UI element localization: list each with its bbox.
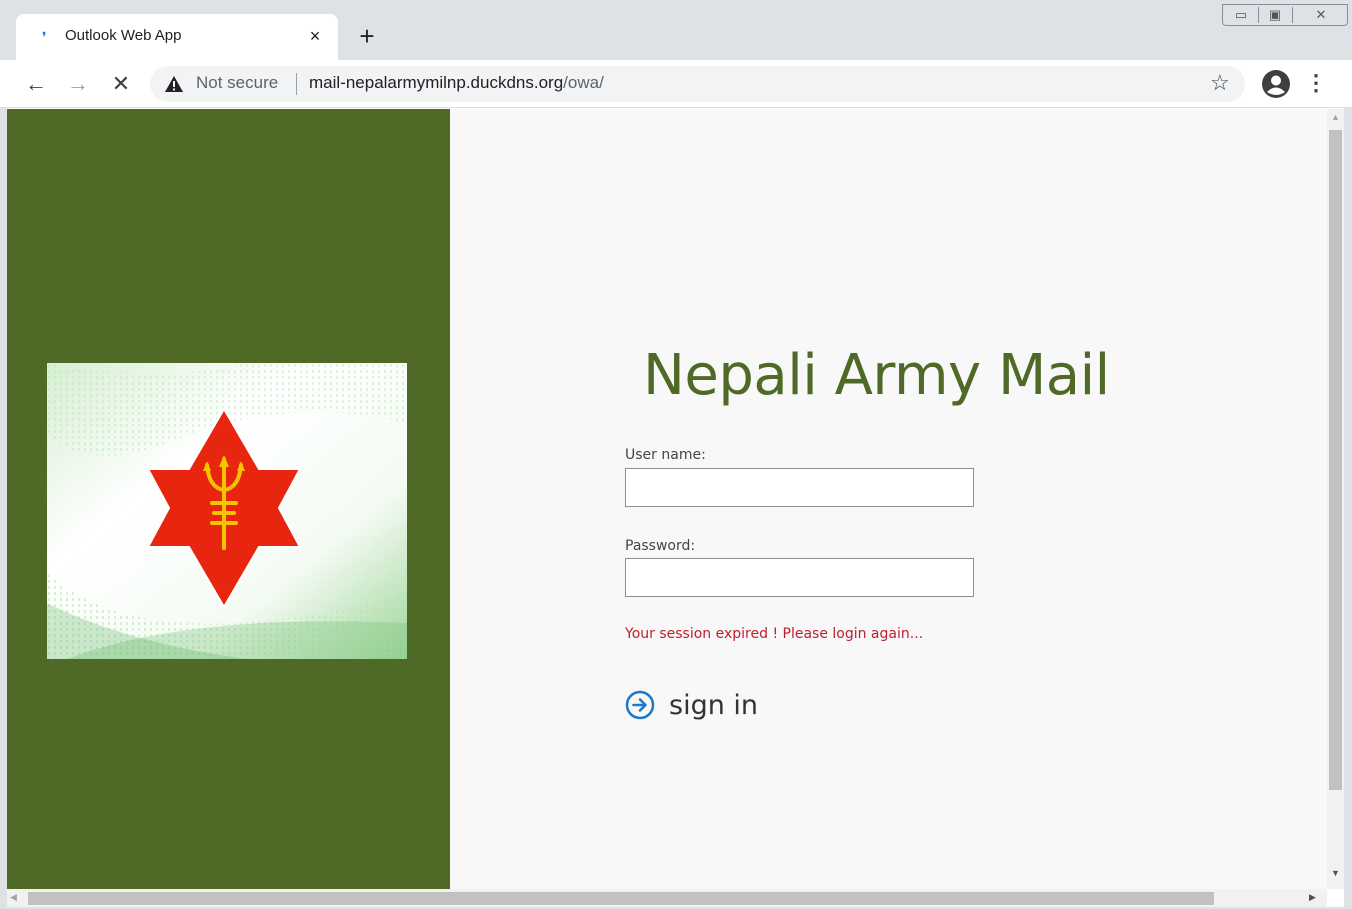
scroll-up-icon[interactable]: ▲ <box>1327 112 1344 126</box>
window-frame-left <box>0 108 7 909</box>
forward-arrow-icon[interactable]: → <box>64 70 92 98</box>
username-input[interactable] <box>625 468 974 507</box>
url-text[interactable]: mail-nepalarmymilnp.duckdns.org/owa/ <box>309 73 604 93</box>
sign-in-label[interactable]: sign in <box>669 690 758 721</box>
menu-icon[interactable]: ⋮ <box>1305 70 1327 96</box>
window-frame-right <box>1344 108 1352 909</box>
loading-icon: ❜ <box>42 29 47 45</box>
username-label: User name: <box>625 447 706 463</box>
window-controls: ▭ ▣ ✕ <box>1222 4 1348 26</box>
error-message: Your session expired ! Please login agai… <box>625 626 924 642</box>
page-title: Nepali Army Mail <box>643 343 1110 408</box>
password-label: Password: <box>625 538 696 554</box>
tab-close-button[interactable]: × <box>305 26 325 46</box>
password-input[interactable] <box>625 558 974 597</box>
address-separator <box>296 73 297 95</box>
url-path: /owa/ <box>563 73 604 92</box>
profile-icon[interactable] <box>1261 69 1291 99</box>
horizontal-scroll-thumb[interactable] <box>28 892 1214 905</box>
page-content: Nepali Army Mail User name: Password: Yo… <box>7 109 1327 889</box>
scroll-right-icon[interactable]: ▶ <box>1309 892 1316 903</box>
warning-icon[interactable] <box>164 74 184 94</box>
scroll-left-icon[interactable]: ◀ <box>10 892 17 903</box>
maximize-icon[interactable]: ▣ <box>1259 5 1291 25</box>
vertical-scroll-thumb[interactable] <box>1329 130 1342 790</box>
arrow-circle-right-icon[interactable] <box>625 690 655 720</box>
star-icon[interactable]: ☆ <box>1210 70 1230 96</box>
scroll-down-icon[interactable]: ▼ <box>1327 868 1344 882</box>
army-logo <box>47 363 407 659</box>
stop-icon[interactable]: ✕ <box>107 70 135 98</box>
minimize-icon[interactable]: ▭ <box>1225 5 1257 25</box>
left-panel <box>7 109 450 889</box>
back-arrow-icon[interactable]: ← <box>22 70 50 98</box>
army-emblem-icon <box>47 363 407 659</box>
close-icon[interactable]: ✕ <box>1305 5 1337 25</box>
url-host: mail-nepalarmymilnp.duckdns.org <box>309 73 564 92</box>
security-label[interactable]: Not secure <box>196 73 278 93</box>
new-tab-button[interactable]: + <box>355 23 379 49</box>
sign-in-button[interactable]: sign in <box>625 687 758 723</box>
tab-title: Outlook Web App <box>65 27 182 44</box>
